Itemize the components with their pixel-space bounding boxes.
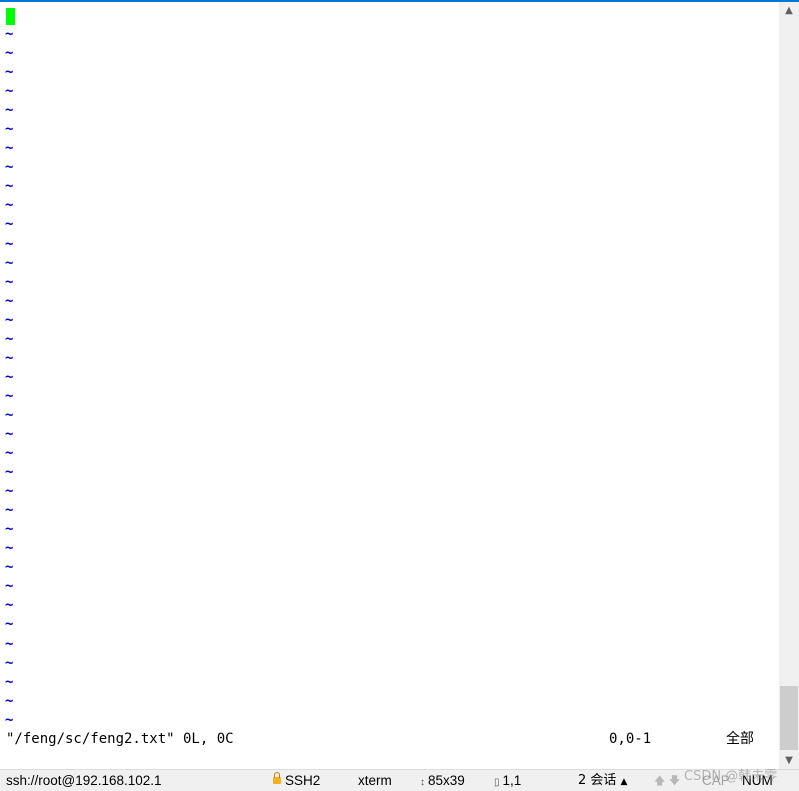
empty-line-tilde: ~	[5, 635, 14, 652]
empty-line-tilde: ~	[5, 521, 14, 538]
resize-icon: ↕	[420, 777, 425, 788]
sessions-label: 2 会话	[578, 773, 617, 788]
vim-scroll-position: 全部	[726, 731, 754, 747]
empty-line-tilde: ~	[5, 673, 14, 690]
empty-line-tilde: ~	[5, 26, 14, 42]
vim-message-line: "/feng/sc/feng2.txt" 0L, 0C 0,0-1 全部	[6, 729, 776, 749]
empty-line-tilde: ~	[5, 711, 14, 728]
scroll-up-arrow-icon[interactable]: ▲	[779, 2, 799, 19]
protocol-indicator: SSH2	[273, 772, 321, 789]
empty-line-tilde: ~	[5, 140, 14, 157]
empty-line-tilde: ~	[5, 197, 14, 214]
empty-line-tilde: ~	[5, 425, 14, 442]
cursor-position-label: 1,1	[502, 773, 522, 788]
empty-line-tilde: ~	[5, 464, 14, 481]
scrollbar-thumb[interactable]	[780, 686, 798, 750]
empty-line-tilde: ~	[5, 445, 14, 462]
empty-line-tilde: ~	[5, 273, 14, 290]
terminal-size-label: 85x39	[428, 773, 465, 788]
vim-file-info: "/feng/sc/feng2.txt" 0L, 0C	[6, 731, 234, 747]
empty-line-tilde: ~	[5, 559, 14, 576]
terminal-area[interactable]: ~ ~ ~ ~ ~ ~ ~ ~ ~ ~ ~ ~ ~ ~ ~ ~ ~ ~ ~ ~ ~ ~ ~ ~ ~ ~ ~ ~ ~ ~ ~ ~ ~ ~ ~ ~ ~ "/…	[0, 2, 779, 769]
empty-line-tilde: ~	[5, 311, 14, 328]
empty-line-tilde: ~	[5, 368, 14, 385]
text-cursor	[6, 8, 15, 25]
arrow-up-icon[interactable]: 🡅	[654, 774, 665, 787]
empty-line-tilde: ~	[5, 597, 14, 614]
watermark: CSDN @韩未零	[684, 769, 778, 784]
empty-line-tilde: ~	[5, 330, 14, 347]
status-bar: ssh://root@192.168.102.1 SSH2 xterm ↕ 85x…	[0, 769, 799, 791]
empty-line-tilde: ~	[5, 483, 14, 500]
position-icon: ▯	[494, 777, 500, 788]
protocol-label: SSH2	[285, 773, 321, 788]
empty-line-tilde: ~	[5, 387, 14, 404]
sessions-button[interactable]: 2 会话 ▲	[578, 773, 627, 790]
empty-line-tilde: ~	[5, 654, 14, 671]
empty-line-tilde: ~	[5, 159, 14, 176]
lock-icon	[273, 772, 281, 784]
empty-line-tilde: ~	[5, 45, 14, 62]
empty-line-tilde: ~	[5, 216, 14, 233]
empty-line-tilde: ~	[5, 692, 14, 709]
empty-line-tilde: ~	[5, 406, 14, 423]
empty-line-tilde: ~	[5, 349, 14, 366]
empty-line-tilde: ~	[5, 121, 14, 138]
empty-line-tilde: ~	[5, 235, 14, 252]
empty-line-tilde: ~	[5, 578, 14, 595]
empty-line-tilde: ~	[5, 616, 14, 633]
empty-line-markers: ~ ~ ~ ~ ~ ~ ~ ~ ~ ~ ~ ~ ~ ~ ~ ~ ~ ~ ~ ~ ~ ~ ~ ~ ~ ~ ~ ~ ~ ~ ~ ~ ~ ~ ~ ~ ~	[5, 25, 19, 730]
empty-line-tilde: ~	[5, 102, 14, 119]
session-nav-arrows[interactable]: 🡅 🡇	[654, 773, 680, 789]
empty-line-tilde: ~	[5, 292, 14, 309]
vertical-scrollbar[interactable]: ▲ ▼	[779, 2, 799, 769]
connection-address: ssh://root@192.168.102.1	[6, 773, 162, 788]
terminal-type: xterm	[358, 773, 392, 788]
cursor-position-indicator: ▯ 1,1	[494, 773, 521, 791]
empty-line-tilde: ~	[5, 64, 14, 81]
empty-line-tilde: ~	[5, 502, 14, 519]
caret-up-icon: ▲	[620, 777, 628, 787]
empty-line-tilde: ~	[5, 540, 14, 557]
terminal-size: ↕ 85x39	[420, 773, 465, 791]
empty-line-tilde: ~	[5, 254, 14, 271]
empty-line-tilde: ~	[5, 178, 14, 195]
empty-line-tilde: ~	[5, 83, 14, 100]
arrow-down-icon[interactable]: 🡇	[669, 774, 680, 787]
scroll-down-arrow-icon[interactable]: ▼	[779, 752, 799, 769]
vim-cursor-position: 0,0-1	[609, 731, 652, 747]
